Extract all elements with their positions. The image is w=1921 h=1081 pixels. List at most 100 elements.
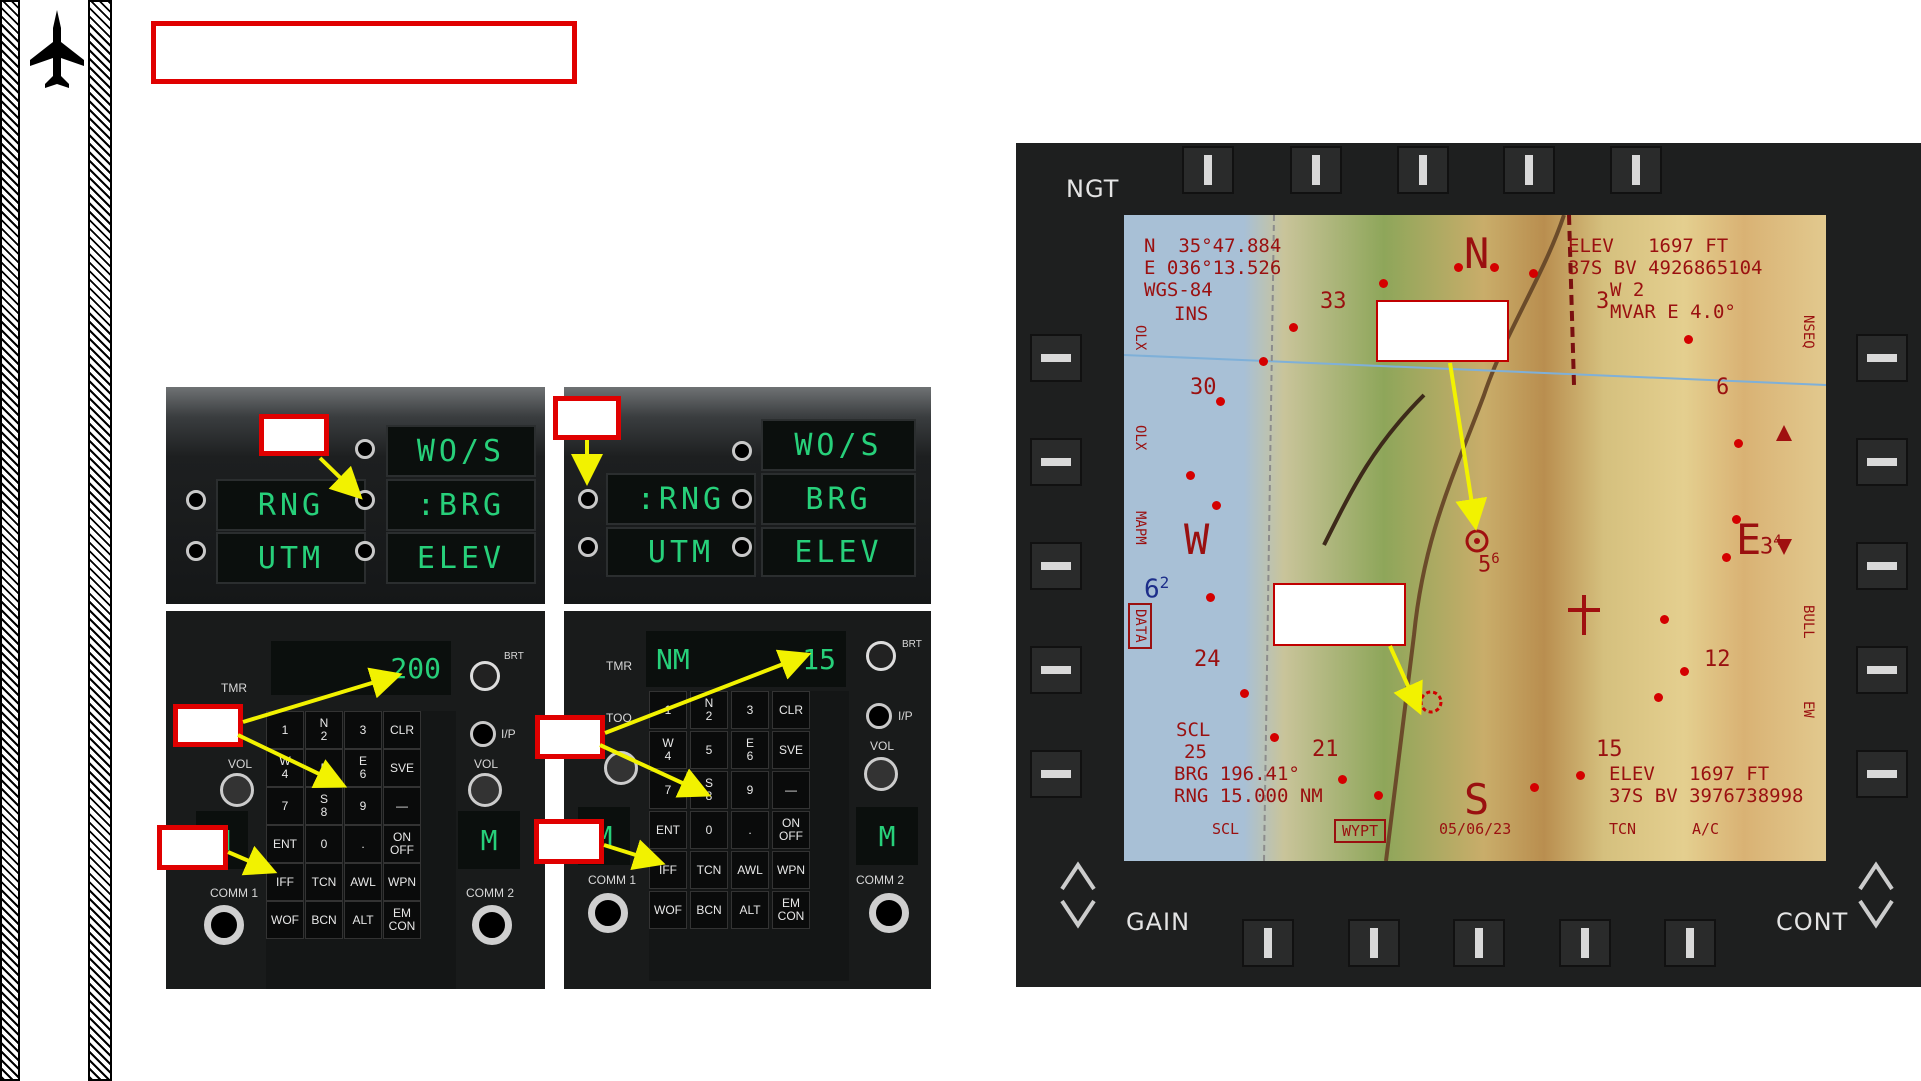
keypad-key[interactable]: TCN <box>305 863 343 901</box>
keypad-key[interactable]: ENT <box>266 825 304 863</box>
ip-button[interactable] <box>470 721 496 747</box>
map-left-side-3[interactable]: MAPM <box>1132 511 1148 545</box>
osb-top-5[interactable] <box>1610 146 1662 194</box>
keypad-key[interactable]: EM CON <box>772 891 810 929</box>
comm2-knob-r[interactable] <box>869 893 909 933</box>
map-right-side-1[interactable]: NSEQ <box>1800 315 1816 349</box>
option-select-button-utm[interactable] <box>186 541 206 561</box>
comm1-volume-knob[interactable] <box>220 773 254 807</box>
osb-bottom-2[interactable] <box>1348 919 1400 967</box>
keypad-key[interactable]: ALT <box>731 891 769 929</box>
keypad-key[interactable]: WOF <box>266 901 304 939</box>
keypad-key[interactable]: 9 <box>344 787 382 825</box>
option-select-button-1[interactable] <box>355 439 375 459</box>
osb-left-4[interactable] <box>1030 646 1082 694</box>
keypad-key[interactable]: ALT <box>344 901 382 939</box>
keypad-key[interactable]: 0 <box>690 811 728 849</box>
map-wypt[interactable]: WYPT <box>1334 819 1387 843</box>
option-select-button-brg-r[interactable] <box>732 489 752 509</box>
comm2-volume-knob-r[interactable] <box>864 757 898 791</box>
option-select-button-utm-r[interactable] <box>578 537 598 557</box>
keypad-key[interactable]: BCN <box>305 901 343 939</box>
keypad-key[interactable]: S 8 <box>305 787 343 825</box>
keypad-key[interactable]: EM CON <box>383 901 421 939</box>
osb-left-3[interactable] <box>1030 542 1082 590</box>
keypad-key[interactable]: 7 <box>649 771 687 809</box>
osb-top-3[interactable] <box>1397 146 1449 194</box>
osb-right-1[interactable] <box>1856 334 1908 382</box>
keypad-key[interactable]: — <box>383 787 421 825</box>
map-right-side-5[interactable]: EW <box>1800 701 1816 718</box>
keypad-key[interactable]: WPN <box>772 851 810 889</box>
keypad-key[interactable]: W 4 <box>266 749 304 787</box>
osb-right-4[interactable] <box>1856 646 1908 694</box>
keypad-key[interactable]: WPN <box>383 863 421 901</box>
comm2-knob[interactable] <box>472 905 512 945</box>
keypad-key[interactable]: IFF <box>649 851 687 889</box>
keypad-key[interactable]: 5 <box>305 749 343 787</box>
keypad-key[interactable]: WOF <box>649 891 687 929</box>
keypad-key[interactable]: BCN <box>690 891 728 929</box>
osb-top-1[interactable] <box>1182 146 1234 194</box>
cont-rocker-icon[interactable] <box>1856 855 1896 935</box>
keypad-key[interactable]: SVE <box>383 749 421 787</box>
keypad-key[interactable]: ON OFF <box>383 825 421 863</box>
comm1-knob[interactable] <box>204 905 244 945</box>
keypad-key[interactable]: 5 <box>690 731 728 769</box>
keypad-key[interactable]: S 8 <box>690 771 728 809</box>
keypad-key[interactable]: AWL <box>731 851 769 889</box>
keypad-key[interactable]: IFF <box>266 863 304 901</box>
keypad-key[interactable]: N 2 <box>305 711 343 749</box>
option-select-button-elev[interactable] <box>355 541 375 561</box>
map-ac[interactable]: A/C <box>1692 820 1719 838</box>
osb-right-2[interactable] <box>1856 438 1908 486</box>
option-select-button-elev-r[interactable] <box>732 537 752 557</box>
osb-bottom-1[interactable] <box>1242 919 1294 967</box>
map-left-side-2[interactable]: OLX <box>1132 425 1148 450</box>
map-right-side-4[interactable]: BULL <box>1800 605 1816 639</box>
map-data-box[interactable]: DATA <box>1128 603 1152 649</box>
comm1-volume-knob-r[interactable] <box>604 751 638 785</box>
keypad-key[interactable]: CLR <box>772 691 810 729</box>
ip-button-r[interactable] <box>866 703 892 729</box>
keypad-key[interactable]: TCN <box>690 851 728 889</box>
osb-left-5[interactable] <box>1030 750 1082 798</box>
keypad-key[interactable]: — <box>772 771 810 809</box>
keypad-key[interactable]: 0 <box>305 825 343 863</box>
brightness-knob[interactable] <box>470 661 500 691</box>
osb-left-1[interactable] <box>1030 334 1082 382</box>
keypad-key[interactable]: ON OFF <box>772 811 810 849</box>
gain-rocker-icon[interactable] <box>1058 855 1098 935</box>
comm1-knob-r[interactable] <box>588 893 628 933</box>
keypad-key[interactable]: CLR <box>383 711 421 749</box>
keypad-key[interactable]: ENT <box>649 811 687 849</box>
osb-left-2[interactable] <box>1030 438 1082 486</box>
comm2-volume-knob[interactable] <box>468 773 502 807</box>
keypad-key[interactable]: 3 <box>731 691 769 729</box>
keypad-key[interactable]: E 6 <box>731 731 769 769</box>
osb-top-2[interactable] <box>1290 146 1342 194</box>
option-select-button-brg[interactable] <box>355 490 375 510</box>
osb-right-5[interactable] <box>1856 750 1908 798</box>
keypad-key[interactable]: 3 <box>344 711 382 749</box>
keypad-key[interactable]: 7 <box>266 787 304 825</box>
keypad-key[interactable]: SVE <box>772 731 810 769</box>
osb-bottom-3[interactable] <box>1453 919 1505 967</box>
option-select-button-rng-r[interactable] <box>578 489 598 509</box>
brightness-knob-r[interactable] <box>866 641 896 671</box>
osb-bottom-5[interactable] <box>1664 919 1716 967</box>
map-tcn[interactable]: TCN <box>1609 820 1636 838</box>
map-left-side-1[interactable]: OLX <box>1132 325 1148 350</box>
option-select-button-rng[interactable] <box>186 490 206 510</box>
keypad-key[interactable]: N 2 <box>690 691 728 729</box>
osb-right-3[interactable] <box>1856 542 1908 590</box>
osb-bottom-4[interactable] <box>1559 919 1611 967</box>
keypad-key[interactable]: 9 <box>731 771 769 809</box>
keypad-key[interactable]: W 4 <box>649 731 687 769</box>
osb-top-4[interactable] <box>1503 146 1555 194</box>
keypad-key[interactable]: . <box>731 811 769 849</box>
keypad-key[interactable]: AWL <box>344 863 382 901</box>
option-select-button-1-r[interactable] <box>732 441 752 461</box>
keypad-key[interactable]: 1 <box>649 691 687 729</box>
keypad-key[interactable]: E 6 <box>344 749 382 787</box>
